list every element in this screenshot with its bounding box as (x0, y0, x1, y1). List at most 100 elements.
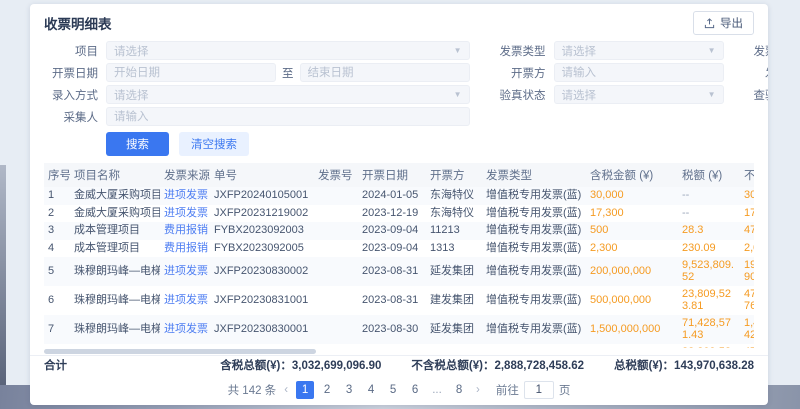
page-button-1[interactable]: 1 (296, 381, 314, 399)
cell-source: 费用报销 (160, 222, 210, 240)
cell-net: 190,476,190.48 (740, 257, 754, 286)
cell-date: 2023-09-04 (358, 240, 426, 258)
column-header-11: 不含税金额 (¥) (740, 163, 754, 187)
table-body: 1金威大厦采购项目进项发票JXFP202401050012024-01-05东海… (44, 187, 754, 348)
cell-invoice_no (314, 205, 358, 223)
cell-amount: 17,300 (586, 205, 678, 223)
cell-issuer: 11213 (426, 222, 482, 240)
invoice-table-container: 序号项目名称发票来源单号发票号开票日期开票方发票类型含税金额 (¥)税额 (¥)… (44, 163, 754, 348)
cell-issuer: 建发集团 (426, 344, 482, 348)
cell-net: 2,069.91 (740, 240, 754, 258)
cell-no: 8 (44, 344, 70, 348)
cell-project: 成本管理项目 (70, 222, 160, 240)
cell-issuer: 东海特仪 (426, 205, 482, 223)
table-row[interactable]: 5珠穆朗玛峰—电梯安装进项发票JXFP202308300022023-08-31… (44, 257, 754, 286)
date-start-input[interactable] (106, 63, 276, 82)
cell-date: 2023-09-04 (358, 222, 426, 240)
pagination-bar: 共 142 条 ‹ 123456...8 › 前往 页 (30, 377, 768, 405)
export-label: 导出 (720, 15, 743, 31)
cell-tax: -- (678, 187, 740, 205)
entry-method-select[interactable]: 请选择 ▼ (106, 85, 470, 104)
issuer-label: 开票方 (492, 65, 546, 81)
cell-project: 成本管理项目 (70, 240, 160, 258)
table-row[interactable]: 7珠穆朗玛峰—电梯安装进项发票JXFP202308300012023-08-30… (44, 315, 754, 344)
date-end-input[interactable] (300, 63, 470, 82)
page-button-5[interactable]: 5 (384, 381, 402, 399)
table-row[interactable]: 2金威大厦采购项目进项发票JXFP202312190022023-12-19东海… (44, 205, 754, 223)
column-header-3: 发票来源 (160, 163, 210, 187)
cell-type: 增值税专用发票(蓝) (482, 286, 586, 315)
cell-project: 金威大厦采购项目 (70, 205, 160, 223)
prev-page-button[interactable]: ‹ (282, 384, 290, 396)
cell-order_no: JXFP20230830003 (210, 344, 314, 348)
horizontal-scrollbar[interactable] (44, 349, 754, 354)
panel-header: 收票明细表 导出 (30, 4, 768, 38)
column-header-7: 开票方 (426, 163, 482, 187)
chevron-down-icon: ▼ (454, 46, 462, 55)
cell-invoice_no (314, 257, 358, 286)
page-button-2[interactable]: 2 (318, 381, 336, 399)
collector-input[interactable] (106, 107, 470, 126)
field-entry-method: 录入方式 请选择 ▼ (44, 85, 470, 104)
cell-source: 进项发票 (160, 187, 210, 205)
cell-net: 1,428,571,428.57 (740, 315, 754, 344)
cell-order_no: FYBX2023092005 (210, 240, 314, 258)
invoice-no-label: 发票号 (746, 65, 769, 81)
field-invoice-no: 发票号 (746, 63, 769, 82)
next-page-button[interactable]: › (474, 384, 482, 396)
page-button-6[interactable]: 6 (406, 381, 424, 399)
table-row[interactable]: 1金威大厦采购项目进项发票JXFP202401050012024-01-05东海… (44, 187, 754, 205)
summary-total-label: 合计 (44, 359, 67, 374)
table-header-row: 序号项目名称发票来源单号发票号开票日期开票方发票类型含税金额 (¥)税额 (¥)… (44, 163, 754, 187)
table-row[interactable]: 8珠穆朗玛峰—电梯安装进项发票JXFP202308300032023-08-30… (44, 344, 754, 348)
field-invoice-type: 发票类型 请选择 ▼ (492, 41, 724, 60)
cell-amount: 500 (586, 222, 678, 240)
verify-status-select[interactable]: 请选择 ▼ (554, 85, 724, 104)
clear-search-button[interactable]: 清空搜索 (179, 132, 249, 156)
cell-order_no: FYBX2023092003 (210, 222, 314, 240)
cell-amount: 500,000,000 (586, 286, 678, 315)
cell-net: 30,000 (740, 187, 754, 205)
cell-net: 471.7 (740, 222, 754, 240)
cell-amount: 200,000,000 (586, 257, 678, 286)
scrollbar-thumb[interactable] (44, 349, 316, 354)
goto-suffix: 页 (559, 382, 571, 398)
goto-page: 前往 页 (496, 381, 571, 399)
cell-date: 2023-08-31 (358, 286, 426, 315)
cell-source: 进项发票 (160, 344, 210, 348)
cell-no: 5 (44, 257, 70, 286)
project-select[interactable]: 请选择 ▼ (106, 41, 470, 60)
check-status-label: 查验状态 (746, 87, 769, 103)
cell-project: 珠穆朗玛峰—电梯安装 (70, 315, 160, 344)
field-invoice-date: 开票日期 至 (44, 63, 470, 82)
goto-page-input[interactable] (524, 381, 554, 399)
cell-source: 进项发票 (160, 315, 210, 344)
summary-row: 合计 含税总额(¥)：3,032,699,096.90 不含税总额(¥)：2,8… (30, 355, 768, 377)
page-button-3[interactable]: 3 (340, 381, 358, 399)
desktop-left-edge (0, 165, 6, 409)
cell-order_no: JXFP20231219002 (210, 205, 314, 223)
table-row[interactable]: 4成本管理项目费用报销FYBX20230920052023-09-041313增… (44, 240, 754, 258)
export-button[interactable]: 导出 (693, 11, 754, 35)
table-row[interactable]: 3成本管理项目费用报销FYBX2023092003 2023-09-0411213… (44, 222, 754, 240)
cell-amount: 500,000,000 (586, 344, 678, 348)
cell-source: 进项发票 (160, 205, 210, 223)
cell-issuer: 建发集团 (426, 286, 482, 315)
cell-order_no: JXFP20230830002 (210, 257, 314, 286)
page-button-4[interactable]: 4 (362, 381, 380, 399)
cell-project: 珠穆朗玛峰—电梯安装 (70, 257, 160, 286)
cell-no: 3 (44, 222, 70, 240)
search-button[interactable]: 搜索 (106, 132, 169, 156)
invoice-detail-panel: 收票明细表 导出 项目 请选择 ▼ 发票类型 请 (30, 4, 768, 405)
table-row[interactable]: 6珠穆朗玛峰—电梯安装进项发票JXFP202308310012023-08-31… (44, 286, 754, 315)
cell-project: 金威大厦采购项目 (70, 187, 160, 205)
cell-tax: -- (678, 205, 740, 223)
cell-invoice_no (314, 344, 358, 348)
page-button-8[interactable]: 8 (450, 381, 468, 399)
issuer-input[interactable] (554, 63, 724, 82)
entry-method-label: 录入方式 (44, 87, 98, 103)
cell-issuer: 东海特仪 (426, 187, 482, 205)
field-check-status: 查验状态 请选择 ▼ (746, 85, 769, 104)
invoice-type-select[interactable]: 请选择 ▼ (554, 41, 724, 60)
cell-type: 增值税专用发票(蓝) (482, 205, 586, 223)
